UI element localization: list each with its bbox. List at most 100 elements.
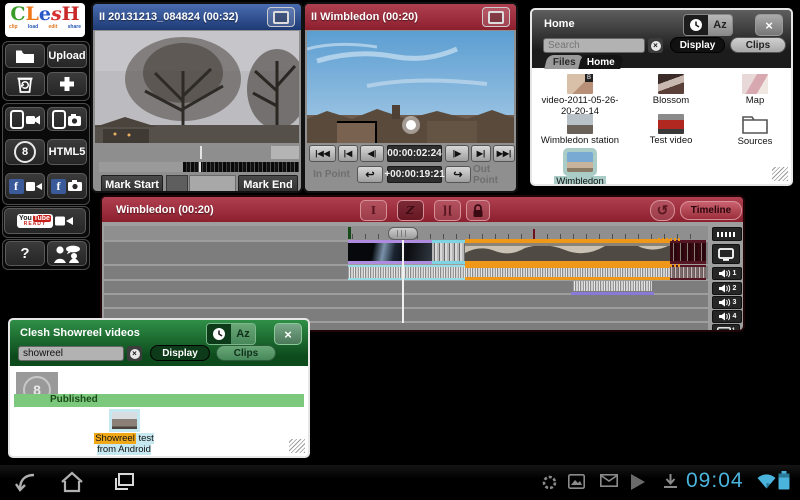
audio-track-4-mute[interactable]: 4 <box>712 310 742 323</box>
edit-mode-insert-button[interactable]: I <box>360 200 387 221</box>
set-out-button[interactable]: ↪ <box>445 166 471 183</box>
audio-track-3-mute[interactable]: 3 <box>712 296 742 309</box>
facebook-camera-button[interactable]: f <box>47 173 87 199</box>
edit-mode-swap-button[interactable]: Z <box>397 200 424 221</box>
display-button[interactable]: Display <box>150 345 210 361</box>
set-in-button[interactable]: ↩ <box>357 166 383 183</box>
video-track-monitor-icon[interactable] <box>712 244 740 264</box>
timeline-clip-audio-1b[interactable] <box>465 265 670 280</box>
timeline-clip-video-2[interactable] <box>432 240 465 264</box>
home-button[interactable] <box>60 471 84 498</box>
status-clock[interactable]: 09:04 <box>686 469 744 493</box>
community-button[interactable] <box>47 241 87 266</box>
clips-button[interactable]: Clips <box>216 345 276 361</box>
audio-track-3[interactable] <box>104 295 708 307</box>
file-item[interactable]: Map <box>720 74 790 106</box>
next-frame-button[interactable]: ▶| <box>471 145 491 162</box>
step-forward-button[interactable]: |▶ <box>445 145 469 162</box>
search-input[interactable] <box>543 38 645 53</box>
file-item[interactable]: Test video <box>628 114 714 146</box>
add-button[interactable] <box>47 72 87 96</box>
sort-by-time-button[interactable] <box>684 15 708 35</box>
prev-frame-button[interactable]: |◀ <box>338 145 358 162</box>
sync-icon[interactable] <box>541 474 558 496</box>
download-icon[interactable] <box>663 474 678 494</box>
jump-end-button[interactable]: ▶▶| <box>493 145 515 162</box>
edit-mode-overwrite-button[interactable]: ][ <box>434 200 461 221</box>
email-notification-icon[interactable] <box>600 474 618 492</box>
showreel-titlebar[interactable]: Clesh Showreel videos Az × × Display Cli… <box>10 320 308 366</box>
clear-search-button[interactable]: × <box>127 346 142 361</box>
sort-alpha-button[interactable]: Az <box>708 15 732 35</box>
media-play-icon[interactable] <box>630 473 646 496</box>
undo-button[interactable]: ↺ <box>650 200 675 221</box>
folder-button[interactable] <box>5 44 45 68</box>
preview-video-frame[interactable] <box>306 31 514 143</box>
file-item-selected[interactable]: Wimbledon <box>536 148 624 184</box>
file-item[interactable]: Blossom <box>628 74 714 106</box>
step-back-button[interactable]: ◀| <box>360 145 384 162</box>
window-resize-handle[interactable] <box>772 167 788 181</box>
scrubber-handle[interactable] <box>200 146 202 159</box>
display-button[interactable]: Display <box>670 37 725 53</box>
ruler-track-icon[interactable] <box>712 227 742 241</box>
trash-restore-button[interactable] <box>5 72 45 96</box>
file-label: Test video <box>649 135 693 146</box>
phone-camera-icon <box>52 109 81 129</box>
back-button[interactable] <box>14 471 38 498</box>
audio-track-2-mute[interactable]: 2 <box>712 282 742 295</box>
mark-range-swatch[interactable] <box>189 175 236 191</box>
scrubber-remaining[interactable] <box>271 146 299 159</box>
sort-by-time-button[interactable] <box>207 324 231 344</box>
gallery-notification-icon[interactable] <box>568 474 585 494</box>
mark-in-swatch[interactable] <box>166 175 188 191</box>
help-button[interactable]: ? <box>5 241 45 266</box>
playhead-line[interactable] <box>402 240 404 323</box>
close-icon: × <box>284 326 292 342</box>
timeline-clip-video-1[interactable] <box>348 240 432 264</box>
jump-start-button[interactable]: |◀◀ <box>309 145 336 162</box>
zoom-slider-handle[interactable] <box>388 227 418 240</box>
search-input[interactable] <box>18 346 124 361</box>
preview-monitor-titlebar[interactable]: II Wimbledon (00:20) <box>305 4 516 30</box>
timeline-clip-audio-2[interactable] <box>573 281 652 291</box>
html5-button[interactable]: HTML5 <box>47 139 87 165</box>
maximize-button[interactable] <box>482 7 510 27</box>
clear-search-button[interactable]: × <box>648 38 663 53</box>
phone-camera-button[interactable] <box>47 107 87 131</box>
timeline-clip-video-3[interactable] <box>465 239 670 265</box>
timeline-clip-audio-1c[interactable] <box>670 265 706 280</box>
film-counter-button[interactable]: 8 <box>5 139 45 165</box>
phone-video-button[interactable] <box>5 107 45 131</box>
youtube-button[interactable]: You Tube READY <box>4 208 86 234</box>
mark-start-button[interactable]: Mark Start <box>101 175 163 191</box>
timeline-window: Wimbledon (00:20) I Z ][ ↺ Timeline 1 2 … <box>100 195 745 332</box>
maximize-button[interactable] <box>267 7 295 27</box>
title-track-icon[interactable]: 1 <box>712 324 740 330</box>
monitor-icon <box>718 247 734 261</box>
window-resize-handle[interactable] <box>289 439 305 453</box>
lock-button[interactable] <box>466 200 490 221</box>
timeline-view-button[interactable]: Timeline <box>680 201 742 220</box>
home-titlebar[interactable]: Home Az × × Display Clips Files Home <box>532 10 791 69</box>
timeline-clip-video-4[interactable] <box>670 240 706 264</box>
upload-button[interactable]: Upload <box>47 44 87 68</box>
close-button[interactable]: × <box>274 323 302 345</box>
folder-item[interactable]: Sources <box>720 114 790 147</box>
mark-end-button[interactable]: Mark End <box>238 175 298 191</box>
clear-icon: × <box>129 348 140 359</box>
file-item[interactable]: B video-2011-05-26-20-20-14 <box>536 74 624 117</box>
source-monitor-titlebar[interactable]: II 20131213_084824 (00:32) <box>93 4 301 30</box>
recent-apps-button[interactable] <box>112 471 136 498</box>
clips-button[interactable]: Clips <box>730 37 786 53</box>
tab-home[interactable]: Home <box>578 55 624 69</box>
showreel-item[interactable]: Showreel test from Android <box>86 409 162 455</box>
sort-alpha-button[interactable]: Az <box>231 324 255 344</box>
facebook-video-button[interactable]: f <box>5 173 45 199</box>
scrubber-played[interactable] <box>99 146 271 159</box>
close-button[interactable]: × <box>755 14 783 36</box>
file-item[interactable]: Wimbledon station <box>536 114 624 146</box>
audio-track-1-mute[interactable]: 1 <box>712 267 742 280</box>
timeline-clip-audio-1a[interactable] <box>348 265 465 280</box>
source-video-frame[interactable] <box>95 31 301 143</box>
